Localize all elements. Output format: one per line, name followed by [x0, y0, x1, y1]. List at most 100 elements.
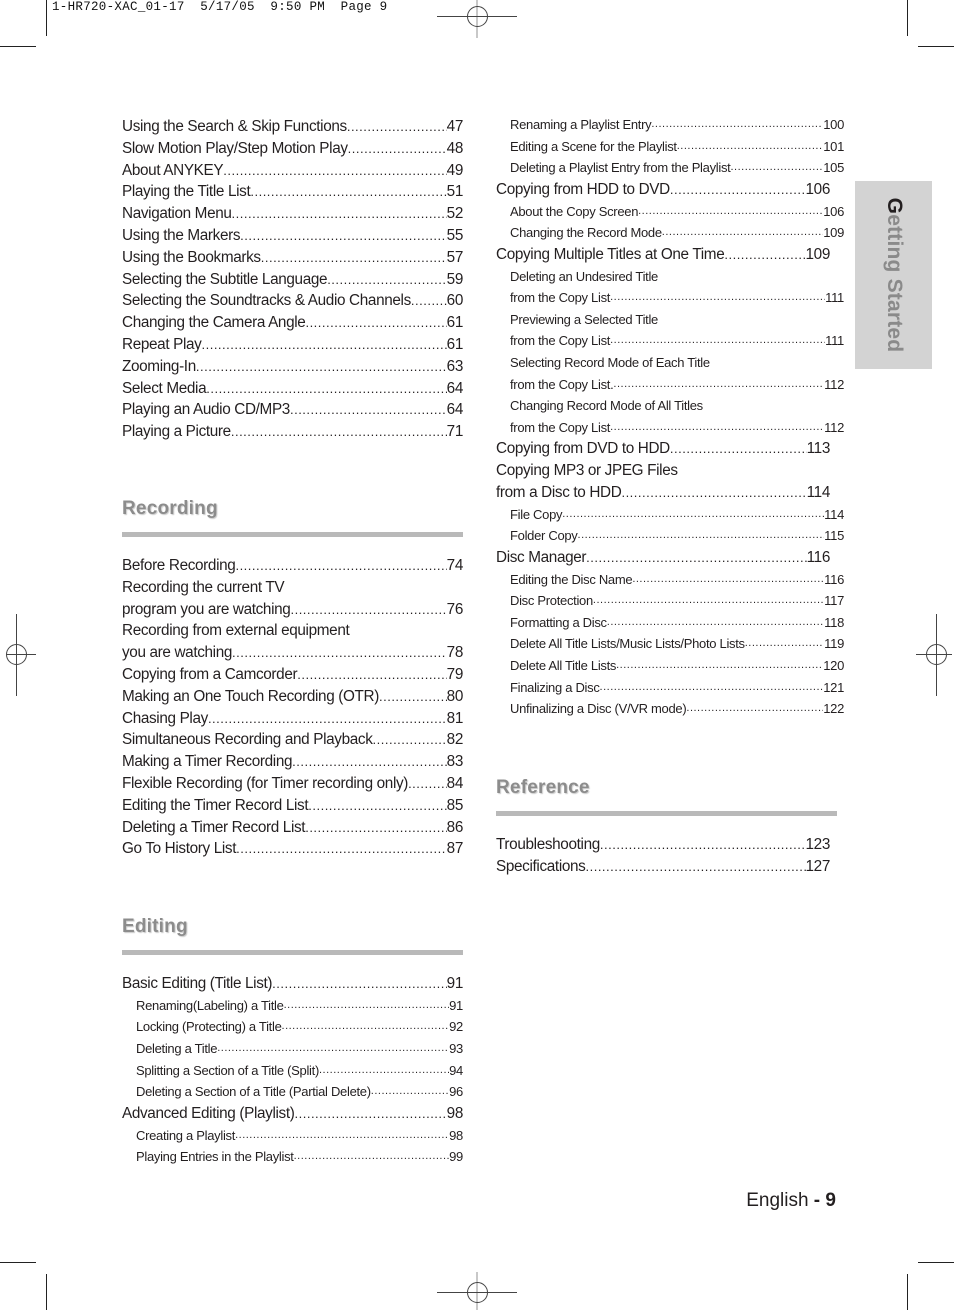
toc-entry[interactable]: Deleting a Timer Record List 86 — [122, 817, 463, 839]
toc-entry[interactable]: Splitting a Section of a Title (Split) 9… — [122, 1060, 463, 1082]
section-divider — [122, 532, 463, 537]
toc-entry[interactable]: Delete All Title Lists/Music Lists/Photo… — [496, 633, 844, 655]
toc-entry[interactable]: program you are watching 76 — [122, 599, 463, 621]
toc-entry-page: 120 — [823, 658, 844, 674]
toc-entry[interactable]: Using the Bookmarks 57 — [122, 247, 463, 269]
toc-entry[interactable]: Making an One Touch Recording (OTR) 80 — [122, 686, 463, 708]
toc-entry[interactable]: Copying from a Camcorder 79 — [122, 664, 463, 686]
dot-leader — [638, 201, 823, 223]
toc-entry-page: 118 — [824, 614, 844, 630]
dot-leader — [670, 438, 807, 460]
toc-entry-page: 60 — [446, 292, 463, 310]
dot-leader — [408, 773, 447, 795]
toc-entry[interactable]: from the Copy List 111 — [496, 287, 844, 309]
toc-entry[interactable]: Deleting a Playlist Entry from the Playl… — [496, 157, 844, 179]
toc-entry[interactable]: File Copy 114 — [496, 504, 844, 526]
toc-entry-title: Deleting an Undesired Title — [510, 268, 658, 284]
toc-entry[interactable]: Select Media 64 — [122, 378, 463, 400]
toc-entry[interactable]: About the Copy Screen 106 — [496, 201, 844, 223]
toc-entry[interactable]: Changing the Record Mode 109 — [496, 222, 844, 244]
toc-entry[interactable]: Simultaneous Recording and Playback 82 — [122, 729, 463, 751]
toc-entry[interactable]: Disc Protection 117 — [496, 590, 844, 612]
toc-entry[interactable]: from the Copy List. 112 — [496, 374, 844, 396]
toc-entry[interactable]: Playing an Audio CD/MP3 64 — [122, 399, 463, 421]
toc-entry[interactable]: Playing Entries in the Playlist 99 — [122, 1146, 463, 1168]
toc-entry[interactable]: Copying MP3 or JPEG Files — [496, 460, 837, 482]
toc-entry[interactable]: Recording the current TV — [122, 577, 463, 599]
toc-entry[interactable]: Copying Multiple Titles at One Time 109 — [496, 244, 830, 266]
dot-leader — [347, 116, 447, 138]
toc-entry[interactable]: Unfinalizing a Disc (V/VR mode) 122 — [496, 698, 844, 720]
toc-entry-title: Using the Markers — [122, 226, 241, 244]
toc-entry-title: Using the Bookmarks — [122, 248, 261, 266]
toc-entry-title: Copying from DVD to HDD — [496, 440, 670, 458]
dot-leader — [208, 708, 447, 730]
toc-entry[interactable]: Playing a Picture 71 — [122, 421, 463, 443]
toc-entry[interactable]: Finalizing a Disc 121 — [496, 677, 844, 699]
toc-entry[interactable]: Renaming(Labeling) a Title 91 — [122, 995, 463, 1017]
toc-entry[interactable]: Deleting an Undesired Title — [496, 266, 837, 288]
toc-entry[interactable]: Using the Search & Skip Functions 47 — [122, 116, 463, 138]
toc-entry-title: Select Media — [122, 379, 207, 397]
toc-entry-title: program you are watching — [122, 600, 291, 618]
dot-leader — [616, 655, 823, 677]
toc-entry[interactable]: from the Copy List 112 — [496, 417, 844, 439]
toc-entry[interactable]: you are watching 78 — [122, 642, 463, 664]
toc-entry[interactable]: Recording from external equipment — [122, 620, 463, 642]
toc-entry[interactable]: Editing the Disc Name 116 — [496, 569, 844, 591]
toc-entry[interactable]: Playing the Title List 51 — [122, 181, 463, 203]
toc-entry[interactable]: Delete All Title Lists 120 — [496, 655, 844, 677]
dot-leader — [294, 1146, 450, 1168]
toc-entry-page: 117 — [824, 593, 844, 609]
toc-entry-title: File Copy — [510, 506, 563, 522]
toc-entry[interactable]: Selecting Record Mode of Each Title — [496, 352, 837, 374]
toc-entry[interactable]: Changing Record Mode of All Titles — [496, 395, 837, 417]
toc-entry[interactable]: Slow Motion Play/Step Motion Play 48 — [122, 138, 463, 160]
toc-entry[interactable]: Flexible Recording (for Timer recording … — [122, 773, 463, 795]
toc-entry[interactable]: from a Disc to HDD 114 — [496, 482, 830, 504]
toc-entry[interactable]: Copying from HDD to DVD 106 — [496, 179, 830, 201]
dot-leader — [562, 504, 824, 526]
toc-entry[interactable]: Go To History List 87 — [122, 838, 463, 860]
toc-entry-title: Editing the Disc Name — [510, 571, 633, 587]
toc-entry[interactable]: Changing the Camera Angle 61 — [122, 312, 463, 334]
toc-entry[interactable]: Making a Timer Recording 83 — [122, 751, 463, 773]
toc-entry[interactable]: About ANYKEY 49 — [122, 160, 463, 182]
toc-entry[interactable]: Selecting the Soundtracks & Audio Channe… — [122, 290, 463, 312]
toc-entry[interactable]: Basic Editing (Title List) 91 — [122, 973, 463, 995]
toc-entry[interactable]: Locking (Protecting) a Title 92 — [122, 1016, 463, 1038]
toc-entry-title: Deleting a Timer Record List — [122, 818, 306, 836]
toc-entry[interactable]: Disc Manager 116 — [496, 547, 830, 569]
toc-entry[interactable]: Editing the Timer Record List 85 — [122, 795, 463, 817]
toc-entry[interactable]: Before Recording 74 — [122, 555, 463, 577]
toc-entry[interactable]: Renaming a Playlist Entry 100 — [496, 114, 844, 136]
toc-entry-title: Playing Entries in the Playlist — [136, 1149, 294, 1165]
toc-entry[interactable]: Previewing a Selected Title — [496, 309, 837, 331]
toc-entry[interactable]: Deleting a Title 93 — [122, 1038, 463, 1060]
toc-entry[interactable]: Creating a Playlist 98 — [122, 1125, 463, 1147]
toc-entry[interactable]: Copying from DVD to HDD 113 — [496, 438, 830, 460]
crop-mark — [0, 1262, 36, 1263]
toc-entry[interactable]: Troubleshooting 123 — [496, 834, 830, 856]
toc-entry[interactable]: Formatting a Disc 118 — [496, 612, 844, 634]
toc-entry[interactable]: Using the Markers 55 — [122, 225, 463, 247]
toc-entry[interactable]: Advanced Editing (Playlist) 98 — [122, 1103, 463, 1125]
toc-entry-title: Playing a Picture — [122, 423, 231, 441]
toc-entry[interactable]: Editing a Scene for the Playlist 101 — [496, 136, 844, 158]
dot-leader — [730, 157, 823, 179]
section-tab-getting-started: Getting Started — [855, 181, 932, 369]
toc-entry[interactable]: Folder Copy 115 — [496, 525, 844, 547]
toc-entry-title: Using the Search & Skip Functions — [122, 118, 347, 135]
toc-entry[interactable]: from the Copy List 111 — [496, 330, 844, 352]
toc-entry[interactable]: Chasing Play 81 — [122, 708, 463, 730]
toc-entry[interactable]: Repeat Play 61 — [122, 334, 463, 356]
toc-entry[interactable]: Deleting a Section of a Title (Partial D… — [122, 1081, 463, 1103]
toc-entry[interactable]: Zooming-In 63 — [122, 356, 463, 378]
toc-entry[interactable]: Navigation Menu 52 — [122, 203, 463, 225]
toc-entry-page: 55 — [446, 226, 463, 244]
dot-leader — [586, 547, 806, 569]
dot-leader — [327, 269, 446, 291]
toc-entry[interactable]: Specifications 127 — [496, 856, 830, 878]
toc-entry[interactable]: Selecting the Subtitle Language 59 — [122, 269, 463, 291]
dot-leader — [223, 160, 446, 182]
